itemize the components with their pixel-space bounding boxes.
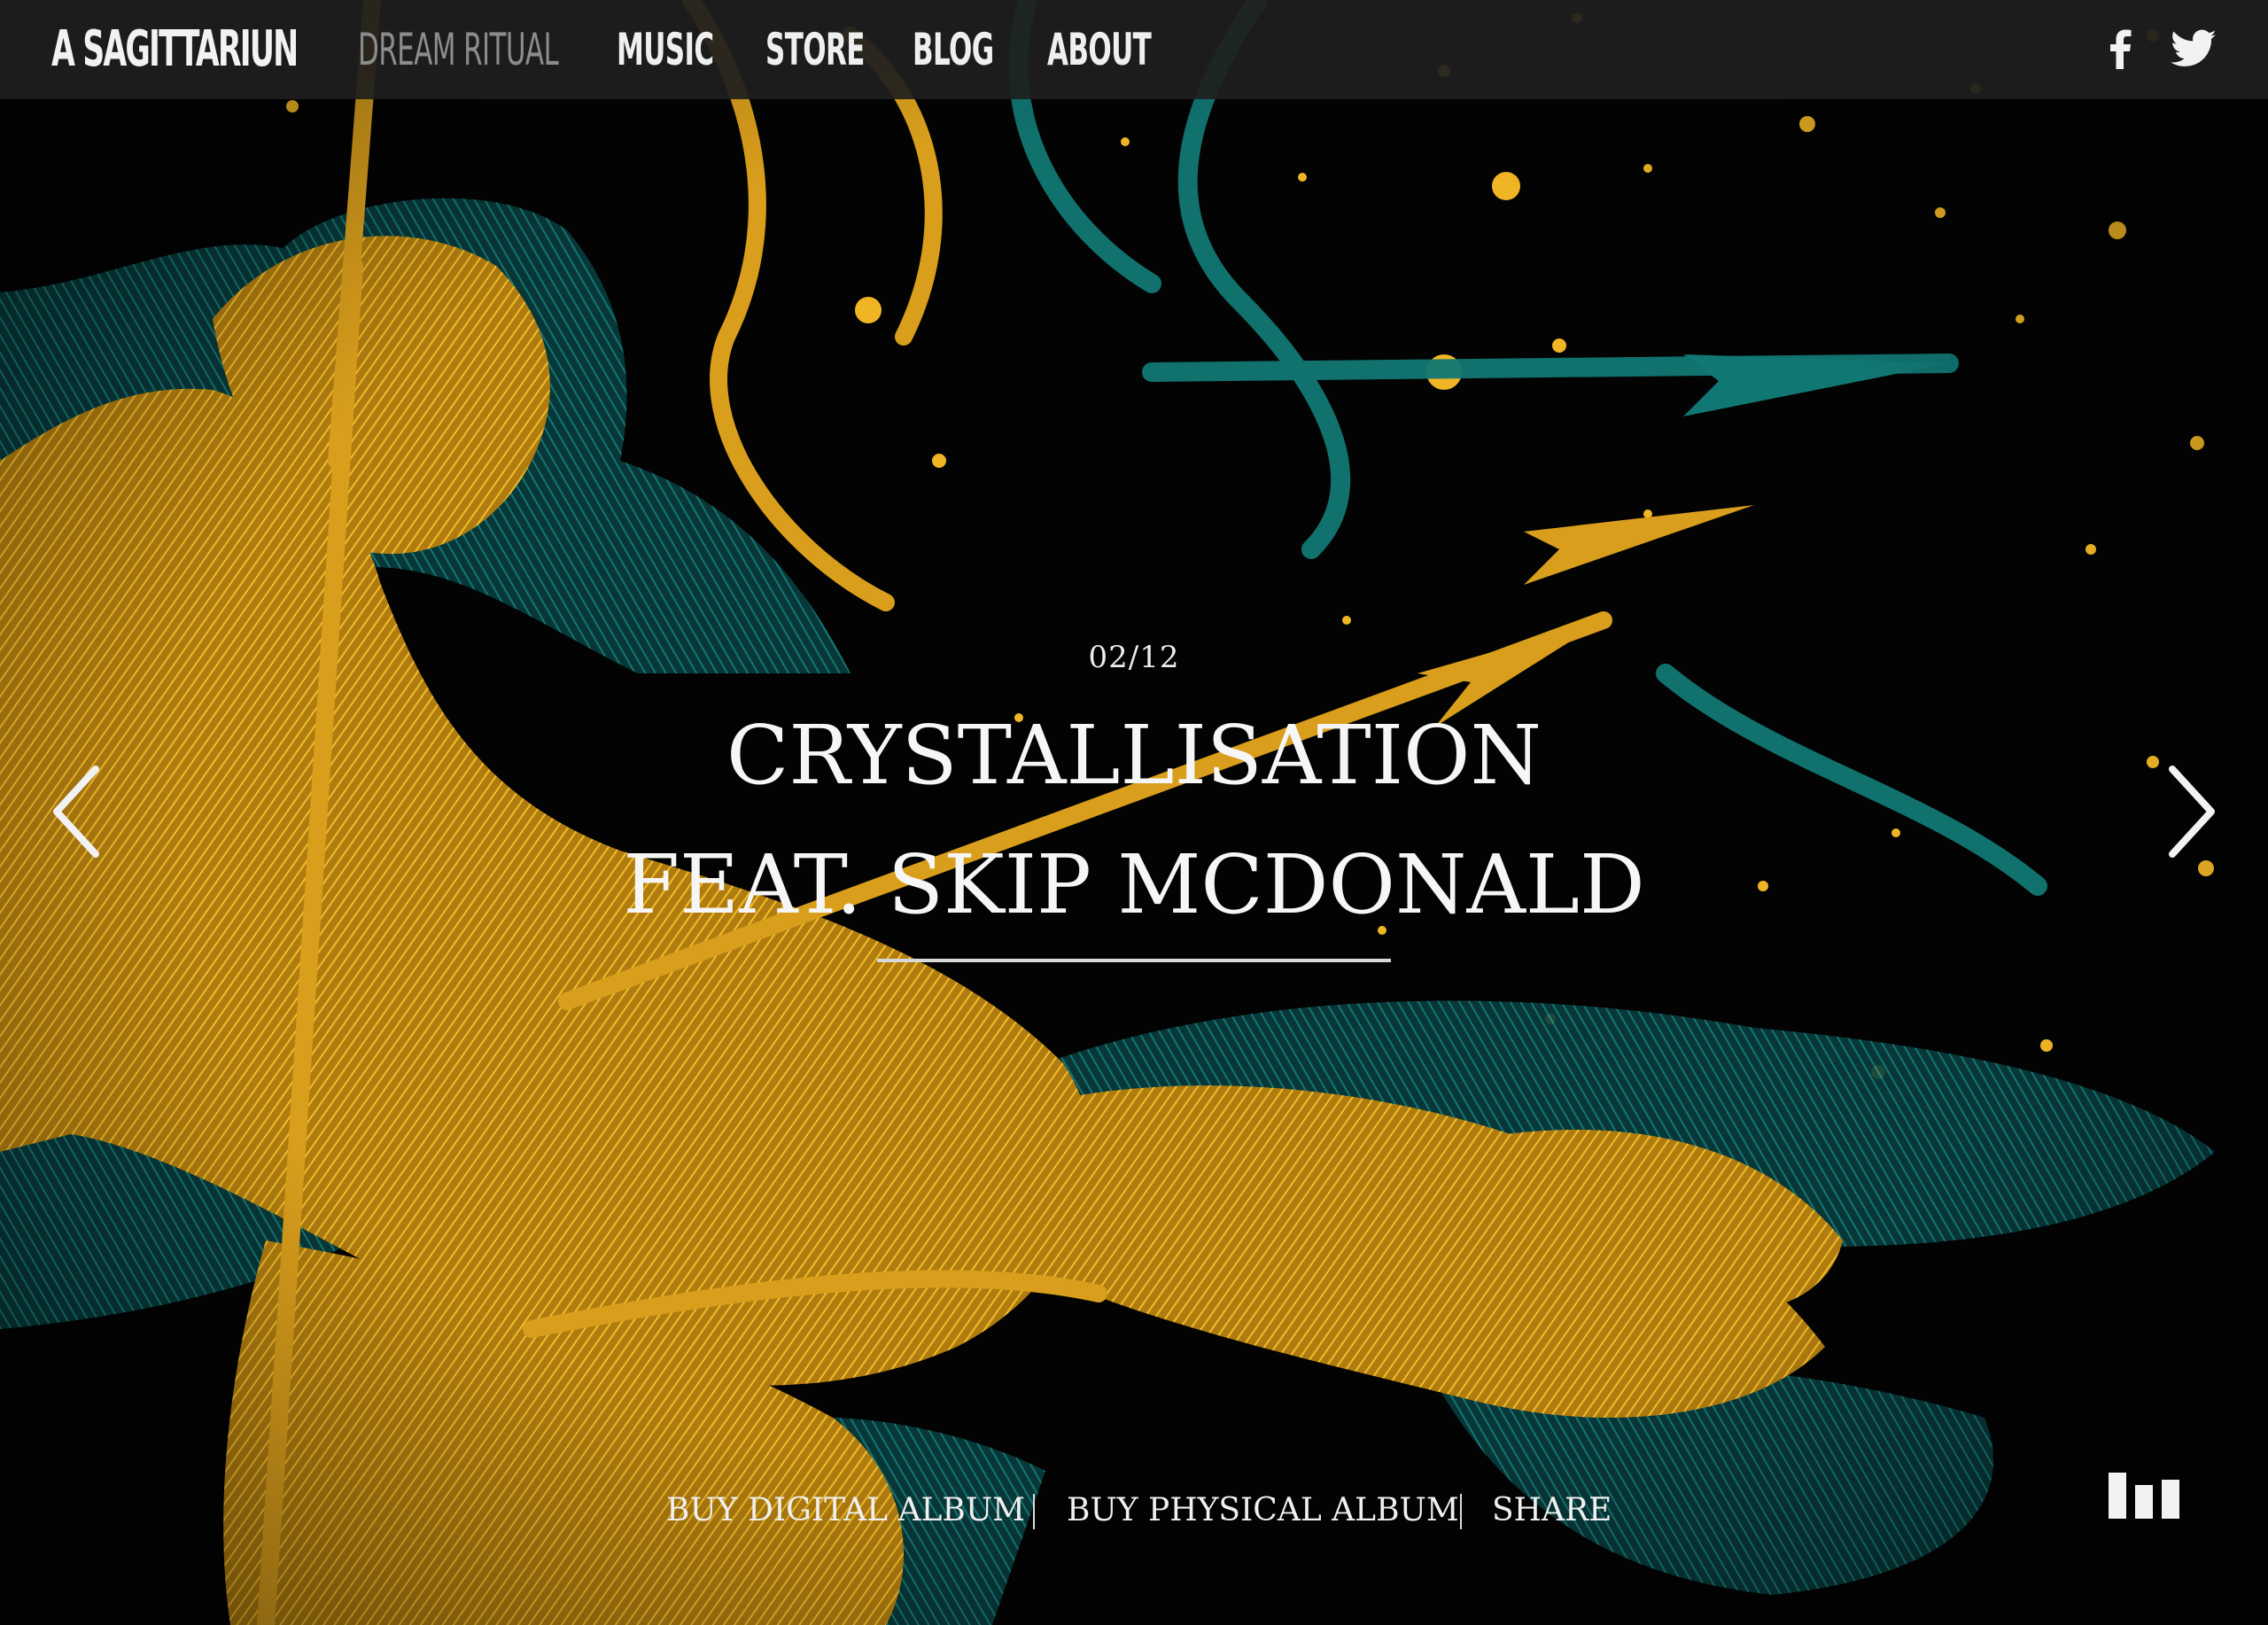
buy-digital-album-link[interactable]: BUY DIGITAL ALBUM	[666, 1489, 1025, 1533]
top-navigation-bar: A SAGITTARIUN DREAM RITUAL MUSIC STORE B…	[0, 0, 2268, 99]
nav-item-about[interactable]: ABOUT	[1047, 18, 1152, 82]
track-title-line-2: FEAT. SKIP MCDONALD	[623, 837, 1645, 932]
nav-item-dream-ritual[interactable]: DREAM RITUAL	[358, 18, 559, 82]
facebook-icon[interactable]	[2096, 25, 2146, 74]
slide-counter: 02/12	[1088, 640, 1180, 675]
previous-slide-arrow-icon[interactable]	[41, 758, 112, 865]
nav-item-blog[interactable]: BLOG	[913, 18, 996, 82]
site-logo[interactable]: A SAGITTARIUN	[51, 18, 299, 82]
album-actions: BUY DIGITAL ALBUM BUY PHYSICAL ALBUM SHA…	[0, 1489, 2268, 1533]
audio-equalizer-icon[interactable]	[2107, 1471, 2181, 1520]
main-nav: DREAM RITUAL MUSIC STORE BLOG ABOUT	[358, 18, 1180, 82]
title-divider	[877, 959, 1391, 962]
twitter-icon[interactable]	[2169, 25, 2218, 74]
buy-physical-album-link[interactable]: BUY PHYSICAL ALBUM	[1067, 1489, 1459, 1533]
next-slide-arrow-icon[interactable]	[2156, 758, 2227, 865]
nav-item-music[interactable]: MUSIC	[617, 18, 714, 82]
nav-item-store[interactable]: STORE	[765, 18, 865, 82]
share-link[interactable]: SHARE	[1492, 1489, 1612, 1533]
action-divider	[1033, 1494, 1035, 1529]
track-title-line-1: CRYSTALLISATION	[726, 708, 1542, 803]
action-divider	[1460, 1494, 1462, 1529]
track-title: CRYSTALLISATION FEAT. SKIP MCDONALD	[0, 691, 2268, 950]
